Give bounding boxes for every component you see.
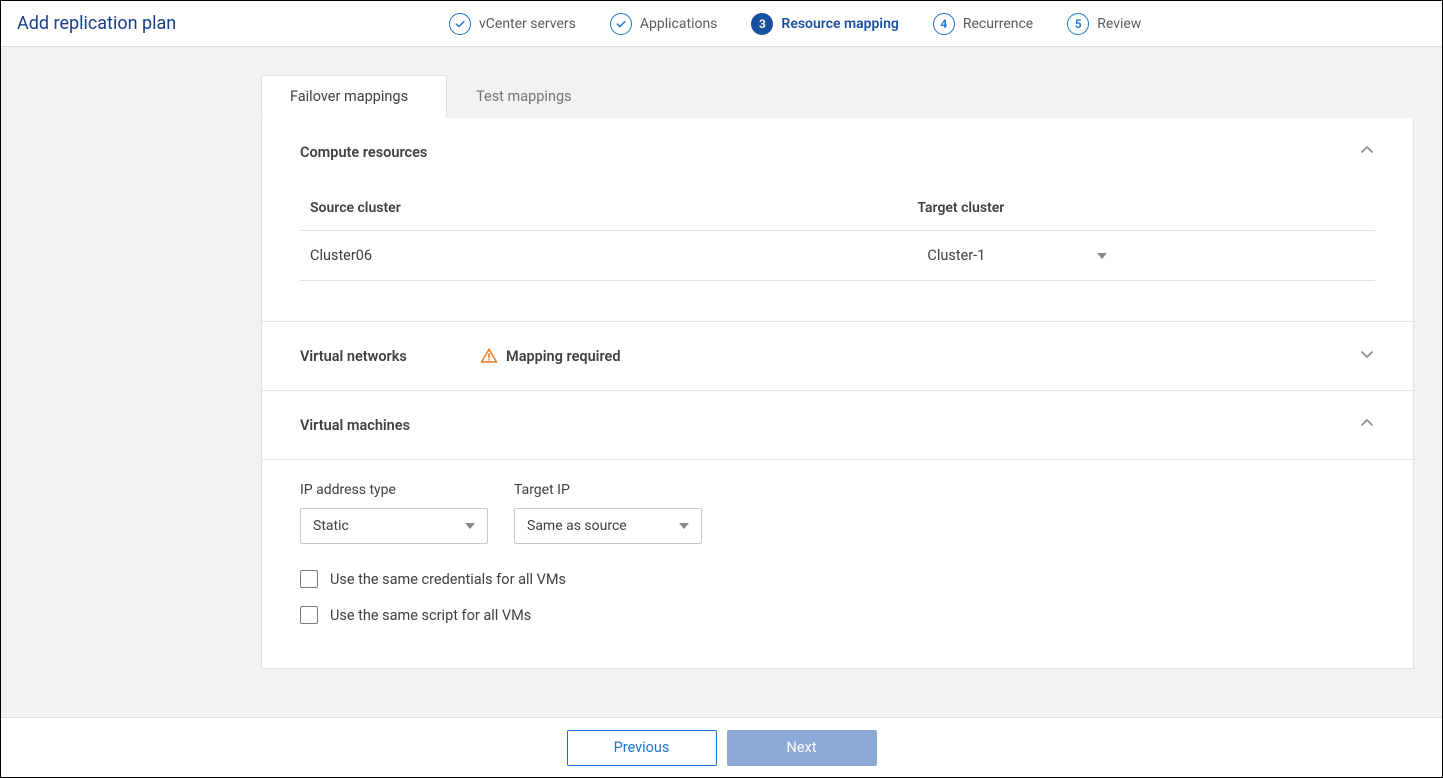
- section-title: Virtual networks: [300, 348, 480, 365]
- section-compute-resources: Compute resources Source cluster Target …: [262, 118, 1413, 322]
- source-cluster-cell: Cluster06: [300, 231, 907, 281]
- step-label: Applications: [640, 16, 718, 32]
- step-label: Recurrence: [963, 16, 1033, 32]
- col-target-cluster: Target cluster: [907, 186, 1375, 231]
- dropdown-value: Cluster-1: [927, 247, 985, 264]
- wizard-footer: Previous Next: [1, 717, 1442, 777]
- step-resource-mapping[interactable]: 3 Resource mapping: [751, 13, 898, 35]
- step-review[interactable]: 5 Review: [1067, 13, 1141, 35]
- chevron-down-icon: [1359, 346, 1375, 366]
- chevron-down-icon: [465, 523, 475, 529]
- same-credentials-checkbox-row[interactable]: Use the same credentials for all VMs: [300, 570, 1375, 588]
- target-ip-dropdown[interactable]: Same as source: [514, 508, 702, 544]
- content-area: Failover mappings Test mappings Compute …: [1, 47, 1442, 717]
- checkbox-label: Use the same credentials for all VMs: [330, 571, 566, 588]
- compute-resources-header[interactable]: Compute resources: [262, 118, 1413, 186]
- section-virtual-machines: Virtual machines IP address type Static: [262, 391, 1413, 668]
- vm-field-row: IP address type Static Target IP Same as…: [300, 482, 1375, 544]
- step-number-icon: 5: [1067, 13, 1089, 35]
- check-icon: [610, 13, 632, 35]
- section-title: Compute resources: [300, 144, 480, 161]
- vm-body: IP address type Static Target IP Same as…: [262, 459, 1413, 668]
- tab-test-mappings[interactable]: Test mappings: [447, 75, 611, 118]
- virtual-machines-header[interactable]: Virtual machines: [262, 391, 1413, 459]
- table-row: Cluster06 Cluster-1: [300, 231, 1375, 281]
- page-title: Add replication plan: [17, 13, 449, 34]
- field-label: Target IP: [514, 482, 702, 498]
- virtual-networks-header[interactable]: Virtual networks Mapping required: [262, 322, 1413, 390]
- target-cluster-dropdown[interactable]: Cluster-1: [917, 243, 1117, 268]
- col-source-cluster: Source cluster: [300, 186, 907, 231]
- same-script-checkbox-row[interactable]: Use the same script for all VMs: [300, 606, 1375, 624]
- step-number-icon: 4: [933, 13, 955, 35]
- chevron-down-icon: [1097, 253, 1107, 259]
- chevron-up-icon: [1359, 142, 1375, 162]
- checkbox-icon[interactable]: [300, 606, 318, 624]
- step-applications[interactable]: Applications: [610, 13, 718, 35]
- step-number-icon: 3: [751, 13, 773, 35]
- wizard-header: Add replication plan vCenter servers App…: [1, 1, 1442, 47]
- chevron-up-icon: [1359, 415, 1375, 435]
- checkbox-label: Use the same script for all VMs: [330, 607, 531, 624]
- step-label: Resource mapping: [781, 16, 898, 32]
- check-icon: [449, 13, 471, 35]
- dropdown-value: Same as source: [527, 518, 627, 534]
- tab-failover-mappings[interactable]: Failover mappings: [261, 75, 447, 118]
- step-vcenter-servers[interactable]: vCenter servers: [449, 13, 576, 35]
- ip-address-type-dropdown[interactable]: Static: [300, 508, 488, 544]
- previous-button[interactable]: Previous: [567, 730, 717, 766]
- step-label: Review: [1097, 16, 1141, 32]
- ip-address-type-field: IP address type Static: [300, 482, 488, 544]
- warning-text: Mapping required: [506, 348, 621, 365]
- target-cluster-cell: Cluster-1: [907, 231, 1375, 281]
- field-label: IP address type: [300, 482, 488, 498]
- next-button[interactable]: Next: [727, 730, 877, 766]
- compute-mapping-table: Source cluster Target cluster Cluster06 …: [300, 186, 1375, 281]
- compute-table-area: Source cluster Target cluster Cluster06 …: [262, 186, 1413, 321]
- section-title: Virtual machines: [300, 417, 480, 434]
- checkbox-icon[interactable]: [300, 570, 318, 588]
- section-virtual-networks: Virtual networks Mapping required: [262, 322, 1413, 391]
- tab-bar: Failover mappings Test mappings: [261, 75, 1442, 118]
- target-ip-field: Target IP Same as source: [514, 482, 702, 544]
- warning-icon: [480, 347, 498, 365]
- resource-mapping-panel: Compute resources Source cluster Target …: [261, 118, 1414, 669]
- step-recurrence[interactable]: 4 Recurrence: [933, 13, 1033, 35]
- step-label: vCenter servers: [479, 16, 576, 32]
- wizard-steps: vCenter servers Applications 3 Resource …: [449, 13, 1141, 35]
- dropdown-value: Static: [313, 518, 349, 534]
- warning-badge: Mapping required: [480, 347, 621, 365]
- chevron-down-icon: [679, 523, 689, 529]
